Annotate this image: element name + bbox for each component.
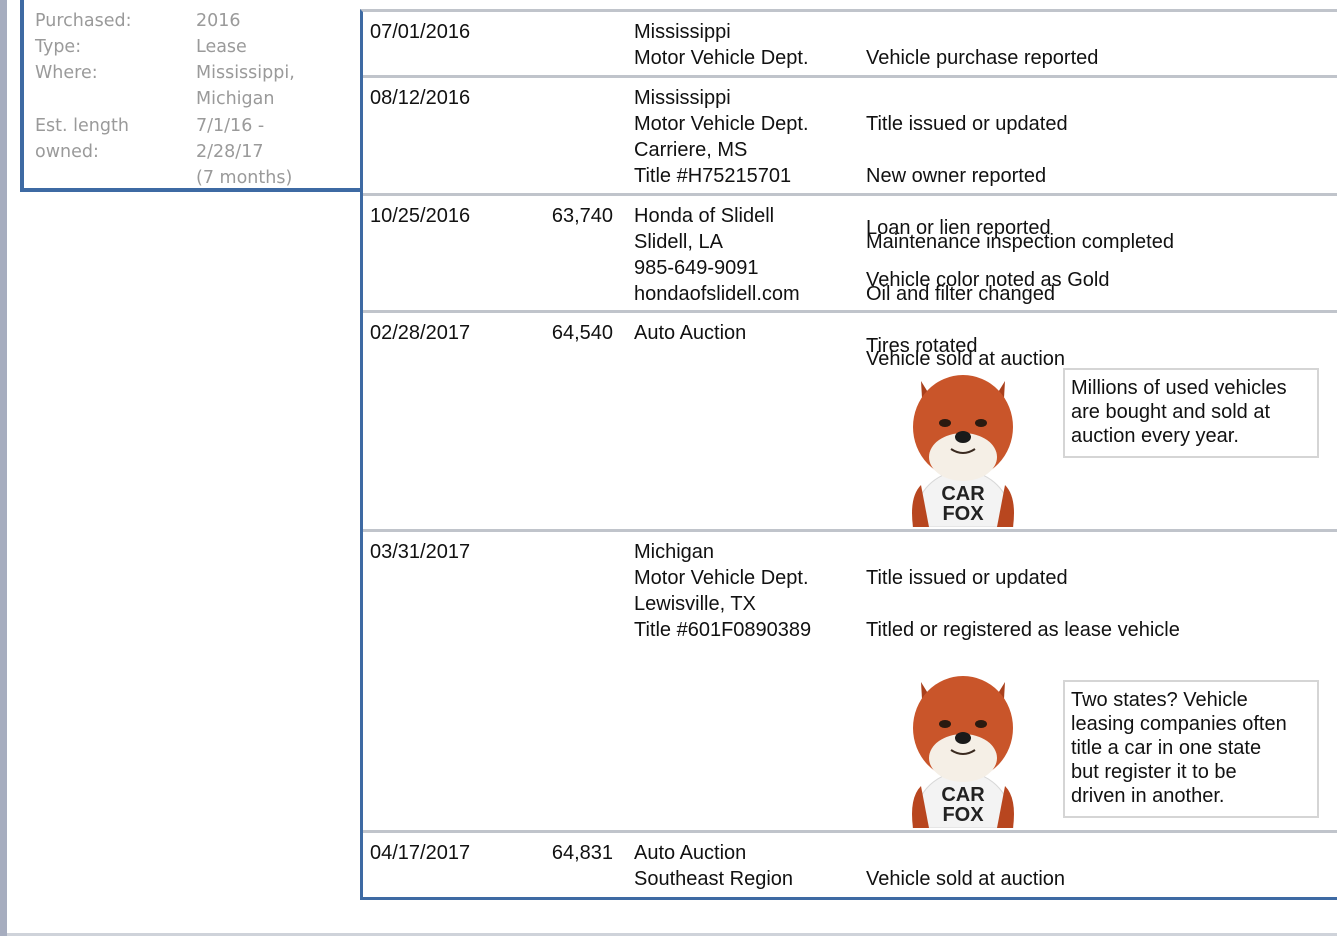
history-row: 10/25/2016 63,740 Honda of Slidell Slide… — [363, 193, 1337, 357]
row-date: 10/25/2016 — [370, 205, 471, 227]
comment-line: Maintenance inspection completed — [866, 231, 1174, 253]
comment-line: New owner reported — [866, 165, 1047, 187]
row-odometer: 64,540 — [551, 322, 613, 344]
row-comments: Title issued or updated Titled or regist… — [866, 539, 1336, 669]
mascot-shirt-text: CAR — [941, 784, 985, 806]
row-comments: Vehicle sold at auction — [866, 840, 1336, 918]
carfox-mascot-icon: CAR FOX — [912, 676, 1014, 828]
mascot-shirt-text: FOX — [942, 804, 984, 826]
history-row: 04/17/2017 64,831 Auto Auction Southeast… — [363, 830, 1337, 900]
row-date: 08/12/2016 — [370, 87, 471, 109]
history-row: 08/12/2016 Mississippi Motor Vehicle Dep… — [363, 75, 1337, 291]
row-source: Honda of Slidell Slidell, LA 985-649-909… — [634, 205, 800, 305]
history-row: 03/31/2017 Michigan Motor Vehicle Dept. … — [363, 529, 1337, 833]
summary-value: Lease — [196, 37, 247, 57]
summary-label: Type: — [35, 37, 82, 57]
summary-value: 7/1/16 - 2/28/17 (7 months) — [196, 116, 293, 188]
mascot-shirt-text: CAR — [941, 483, 985, 505]
summary-label: Purchased: — [35, 11, 132, 31]
summary-value: Mississippi, Michigan — [196, 63, 295, 109]
row-source: Auto Auction — [634, 322, 747, 344]
comment-line: Titled or registered as lease vehicle — [866, 619, 1180, 641]
row-source: Mississippi Motor Vehicle Dept. — [634, 21, 809, 69]
row-date: 04/17/2017 — [370, 842, 471, 864]
carfox-mascot-icon: CAR FOX — [912, 375, 1014, 527]
comment-line: Title issued or updated — [866, 567, 1068, 589]
row-odometer: 64,831 — [551, 842, 613, 864]
history-row: 07/01/2016 Mississippi Motor Vehicle Dep… — [363, 12, 1337, 75]
mascot-shirt-text: FOX — [942, 503, 984, 525]
page-left-rule — [0, 0, 7, 936]
owner-summary-panel: Purchased: 2016 Type: Lease Where: Missi… — [20, 0, 360, 192]
row-source: Mississippi Motor Vehicle Dept. Carriere… — [634, 87, 809, 187]
row-date: 07/01/2016 — [370, 21, 471, 43]
comment-line: Oil and filter changed — [866, 283, 1056, 305]
vehicle-history-table: 07/01/2016 Mississippi Motor Vehicle Dep… — [360, 9, 1337, 900]
mascot-tip-callout: Two states? Vehicle leasing companies of… — [1063, 680, 1319, 818]
mascot-tip-callout: Millions of used vehicles are bought and… — [1063, 368, 1319, 458]
history-row: 02/28/2017 64,540 Auto Auction Vehicle s… — [363, 310, 1337, 532]
row-source: Auto Auction Southeast Region — [634, 842, 794, 890]
comment-line: Vehicle purchase reported — [866, 47, 1099, 69]
comment-line: Vehicle sold at auction — [866, 868, 1066, 890]
row-odometer: 63,740 — [551, 205, 613, 227]
row-date: 03/31/2017 — [370, 541, 471, 563]
summary-value: 2016 — [196, 11, 241, 31]
row-date: 02/28/2017 — [370, 322, 471, 344]
summary-label: Est. length owned: — [35, 116, 129, 162]
row-source: Michigan Motor Vehicle Dept. Lewisville,… — [634, 541, 812, 641]
summary-label: Where: — [35, 63, 98, 83]
comment-line: Title issued or updated — [866, 113, 1068, 135]
